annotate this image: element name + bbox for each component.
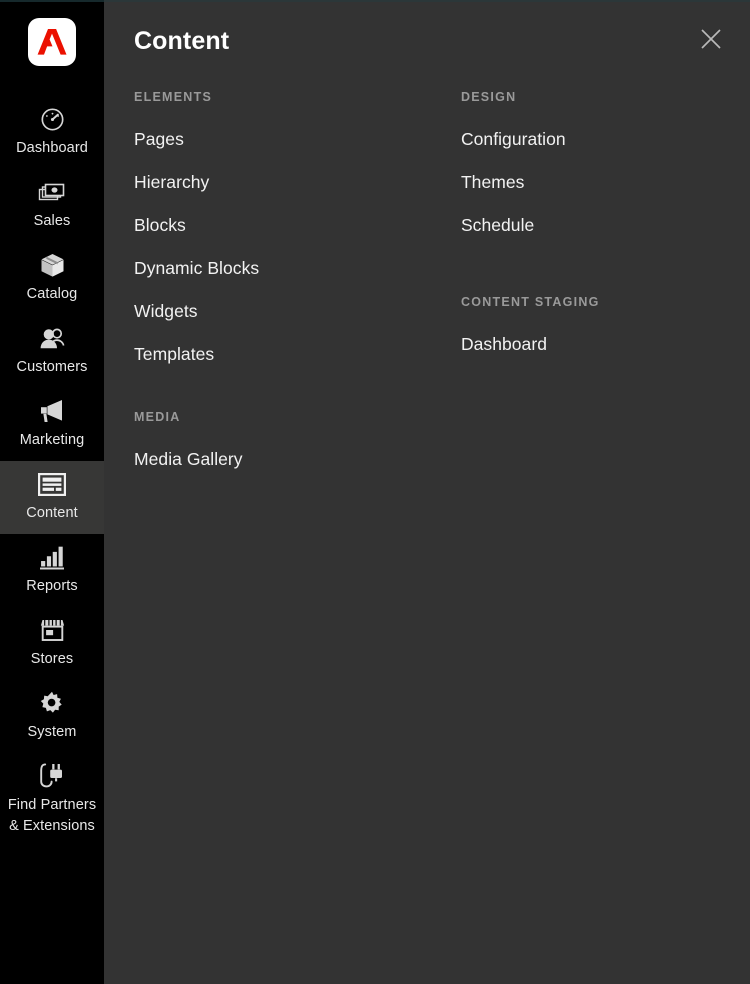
storefront-icon [40, 616, 65, 644]
menu-column-2: DESIGN Configuration Themes Schedule CONTENT… [461, 90, 750, 471]
sidebar-item-label: System [27, 724, 77, 740]
sidebar-item-label: Catalog [26, 286, 78, 302]
menu-columns: ELEMENTS Pages Hierarchy Blocks Dynamic Bloc… [104, 90, 750, 471]
dashboard-gauge-icon [39, 105, 66, 133]
close-button[interactable] [694, 22, 728, 56]
sidebar-item-label: Content [26, 505, 78, 521]
sidebar-item-label: Stores [30, 651, 74, 667]
adobe-logo[interactable] [28, 18, 76, 66]
primary-sidebar: Dashboard Sales Catalog Customers Marketing C… [0, 0, 104, 984]
menu-group-title: ELEMENTS [134, 90, 213, 104]
menu-link-media-gallery[interactable]: Media Gallery [134, 447, 461, 471]
gear-icon [39, 689, 65, 717]
menu-link-configuration[interactable]: Configuration [461, 127, 750, 151]
megaphone-icon [39, 397, 65, 425]
menu-group-content-staging: CONTENT STAGING Dashboard [461, 295, 750, 356]
sidebar-nav-list: Dashboard Sales Catalog Customers Marketing C… [0, 96, 104, 847]
menu-link-hierarchy[interactable]: Hierarchy [134, 170, 461, 194]
people-group-icon [39, 324, 66, 352]
sidebar-item-marketing[interactable]: Marketing [0, 388, 104, 461]
sidebar-item-customers[interactable]: Customers [0, 315, 104, 388]
sidebar-item-label: Dashboard [16, 140, 88, 156]
window-top-rule-left [0, 0, 104, 2]
sidebar-item-label: Reports [26, 578, 78, 594]
sidebar-item-label: Marketing [19, 432, 85, 448]
menu-link-dashboard[interactable]: Dashboard [461, 332, 750, 356]
menu-link-schedule[interactable]: Schedule [461, 213, 750, 237]
money-stack-icon [38, 178, 66, 206]
window-top-rule [0, 0, 750, 2]
close-x-icon [699, 27, 723, 51]
menu-group-title: CONTENT STAGING [460, 295, 600, 309]
menu-link-blocks[interactable]: Blocks [134, 213, 461, 237]
sidebar-item-dashboard[interactable]: Dashboard [0, 96, 104, 169]
menu-group-title: DESIGN [460, 90, 517, 104]
power-plug-icon [39, 762, 65, 790]
sidebar-item-label: Sales [33, 213, 71, 229]
adobe-logo-icon [37, 29, 67, 55]
menu-group-elements: ELEMENTS Pages Hierarchy Blocks Dynamic Bloc… [134, 90, 461, 366]
panel-header: Content [104, 0, 750, 90]
page-title: Content [134, 27, 230, 55]
admin-menu-overlay: Dashboard Sales Catalog Customers Marketing C… [0, 0, 750, 984]
box-package-icon [39, 251, 66, 279]
sidebar-item-content[interactable]: Content [0, 461, 104, 534]
sidebar-item-system[interactable]: System [0, 680, 104, 753]
menu-group-media: MEDIA Media Gallery [134, 410, 461, 471]
sidebar-item-label: Customers [16, 359, 88, 375]
menu-link-templates[interactable]: Templates [134, 342, 461, 366]
sidebar-item-reports[interactable]: Reports [0, 534, 104, 607]
menu-link-pages[interactable]: Pages [134, 127, 461, 151]
sidebar-item-label: Find Partners & Extensions [7, 797, 97, 834]
sidebar-item-find-partners-extensions[interactable]: Find Partners & Extensions [0, 753, 104, 847]
sidebar-item-sales[interactable]: Sales [0, 169, 104, 242]
sidebar-item-stores[interactable]: Stores [0, 607, 104, 680]
menu-link-widgets[interactable]: Widgets [134, 299, 461, 323]
menu-group-design: DESIGN Configuration Themes Schedule [461, 90, 750, 237]
content-menu-panel: Content ELEMENTS Pages Hierarchy Blocks Dyna… [104, 0, 750, 984]
menu-link-dynamic-blocks[interactable]: Dynamic Blocks [134, 256, 461, 280]
sidebar-item-catalog[interactable]: Catalog [0, 242, 104, 315]
menu-column-1: ELEMENTS Pages Hierarchy Blocks Dynamic Bloc… [134, 90, 461, 471]
menu-link-themes[interactable]: Themes [461, 170, 750, 194]
bar-chart-icon [40, 543, 64, 571]
page-layout-icon [38, 470, 66, 498]
menu-group-title: MEDIA [134, 410, 181, 424]
